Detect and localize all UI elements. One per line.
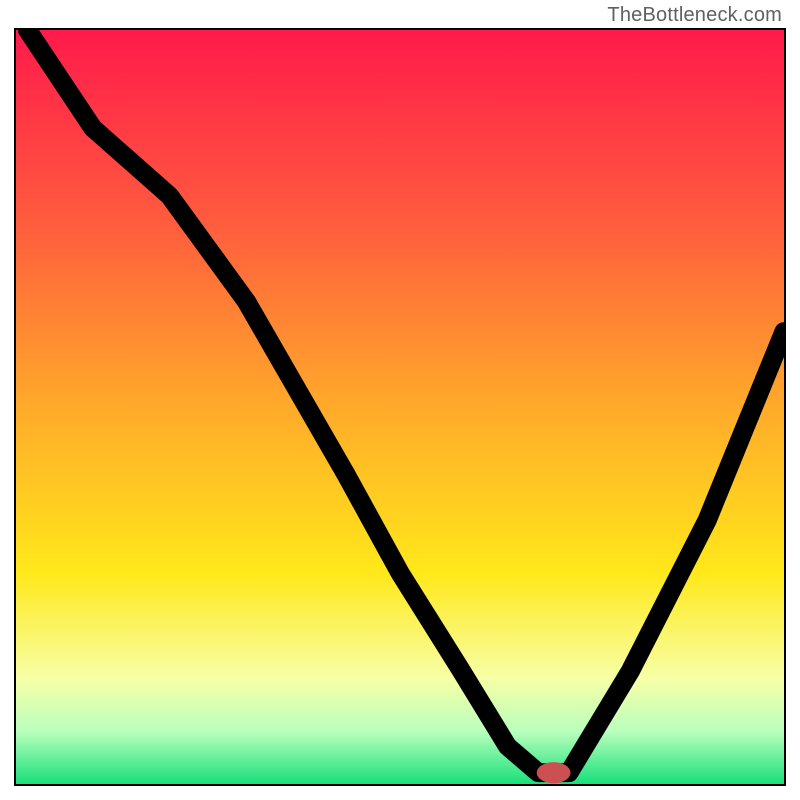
bottleneck-curve-path bbox=[28, 30, 784, 773]
optimal-point-marker bbox=[537, 762, 571, 783]
plot-area bbox=[14, 28, 786, 786]
watermark-text: TheBottleneck.com bbox=[607, 4, 782, 27]
bottleneck-line-plot bbox=[16, 30, 784, 784]
chart-stage: TheBottleneck.com bbox=[0, 0, 800, 800]
